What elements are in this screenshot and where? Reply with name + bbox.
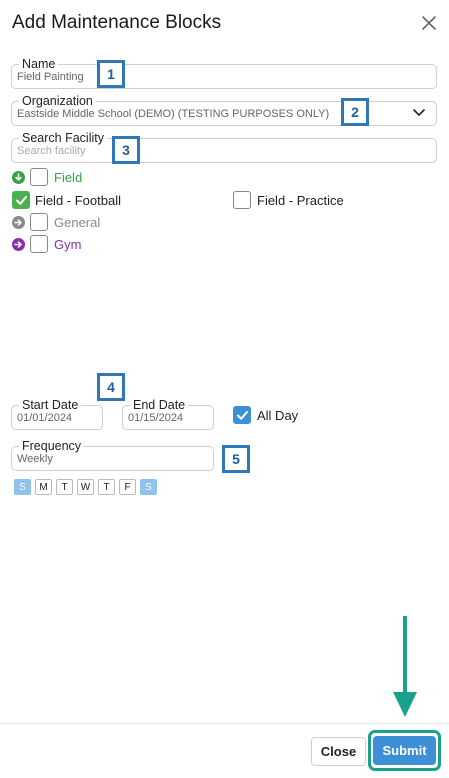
facility-checkbox-gym[interactable]	[30, 235, 48, 253]
weekday-tuesday[interactable]: T	[56, 479, 73, 495]
facility-checkbox-field[interactable]	[30, 168, 48, 186]
weekday-wednesday[interactable]: W	[77, 479, 94, 495]
facility-checkbox-field-football[interactable]	[12, 191, 30, 209]
all-day-label: All Day	[257, 408, 299, 423]
annotation-badge-4: 4	[97, 373, 125, 401]
facility-label-general: General	[54, 215, 101, 230]
name-label: Name	[19, 58, 59, 71]
facility-label-field-football: Field - Football	[35, 193, 121, 208]
start-date-label: Start Date	[19, 399, 82, 412]
frequency-label: Frequency	[19, 440, 85, 453]
facility-label-field: Field	[54, 170, 83, 185]
arrow-right-circle-icon[interactable]	[12, 238, 25, 251]
facility-checkbox-field-practice[interactable]	[233, 191, 251, 209]
close-button[interactable]: Close	[311, 737, 366, 766]
close-icon[interactable]	[418, 12, 440, 34]
search-facility-label: Search Facility	[19, 132, 107, 145]
arrow-right-circle-icon[interactable]	[12, 216, 25, 229]
name-input[interactable]: Field Painting	[11, 64, 437, 89]
weekday-sunday[interactable]: S	[14, 479, 31, 495]
all-day-checkbox[interactable]	[233, 406, 251, 424]
weekday-monday[interactable]: M	[35, 479, 52, 495]
dialog-title: Add Maintenance Blocks	[12, 12, 222, 33]
search-facility-placeholder: Search facility	[17, 145, 86, 157]
submit-button[interactable]: Submit	[373, 736, 436, 765]
weekday-friday[interactable]: F	[119, 479, 136, 495]
annotation-badge-1: 1	[97, 60, 125, 88]
annotation-badge-2: 2	[341, 98, 369, 126]
organization-label: Organization	[19, 95, 96, 108]
weekday-saturday[interactable]: S	[140, 479, 157, 495]
arrow-down-circle-icon[interactable]	[12, 171, 25, 184]
facility-label-gym: Gym	[54, 237, 82, 252]
annotation-badge-3: 3	[112, 136, 140, 164]
facility-checkbox-general[interactable]	[30, 213, 48, 231]
facility-label-field-practice: Field - Practice	[257, 193, 344, 208]
chevron-down-icon[interactable]	[412, 108, 426, 118]
weekday-thursday[interactable]: T	[98, 479, 115, 495]
arrow-down-icon	[393, 616, 417, 717]
end-date-label: End Date	[130, 399, 189, 412]
annotation-badge-5: 5	[222, 445, 250, 473]
footer-divider	[0, 723, 449, 724]
